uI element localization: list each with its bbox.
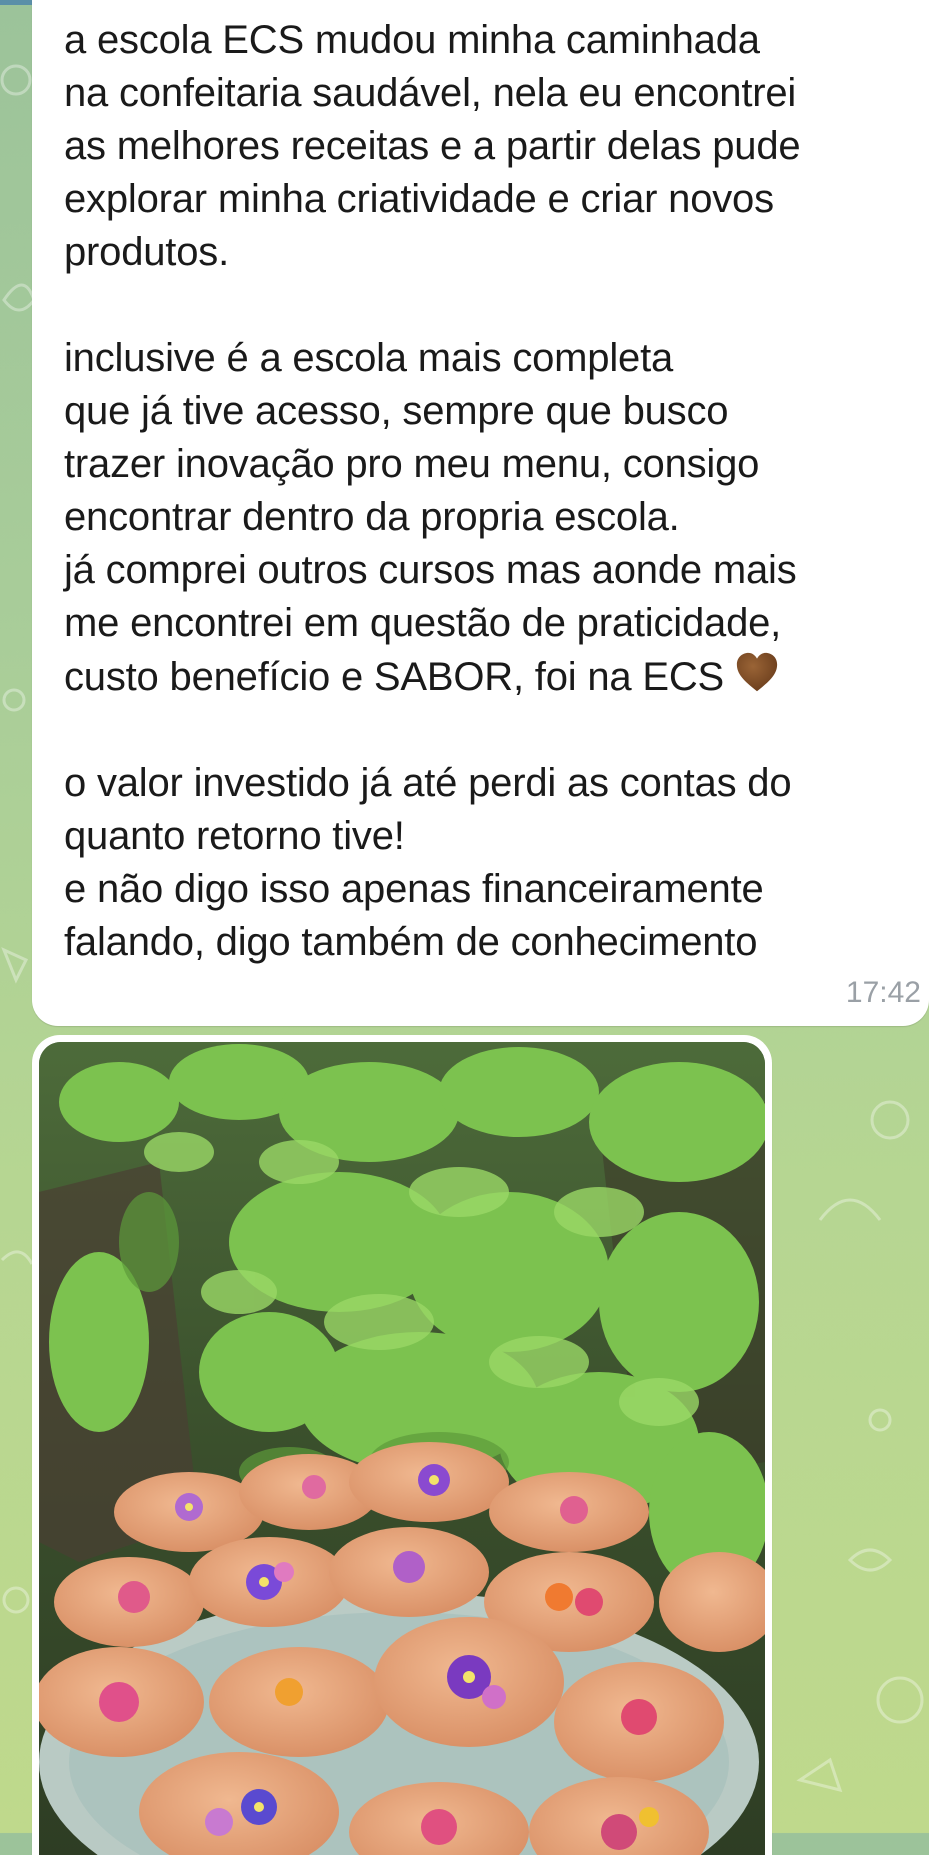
photo-message-bubble[interactable] (32, 1035, 772, 1855)
message-timestamp: 17:42 (845, 976, 921, 1009)
brown-heart-icon (736, 652, 778, 692)
message-text: a escola ECS mudou minha caminhada na co… (64, 14, 924, 969)
message-paragraph-2: inclusive é a escola mais completa que j… (64, 336, 797, 699)
cookies-with-flowers-image (39, 1042, 765, 1855)
message-paragraph-1: a escola ECS mudou minha caminhada na co… (64, 18, 801, 274)
cookies-photo[interactable] (39, 1042, 765, 1855)
message-paragraph-3: o valor investido já até perdi as contas… (64, 761, 792, 964)
message-bubble[interactable]: a escola ECS mudou minha caminhada na co… (32, 0, 929, 1026)
